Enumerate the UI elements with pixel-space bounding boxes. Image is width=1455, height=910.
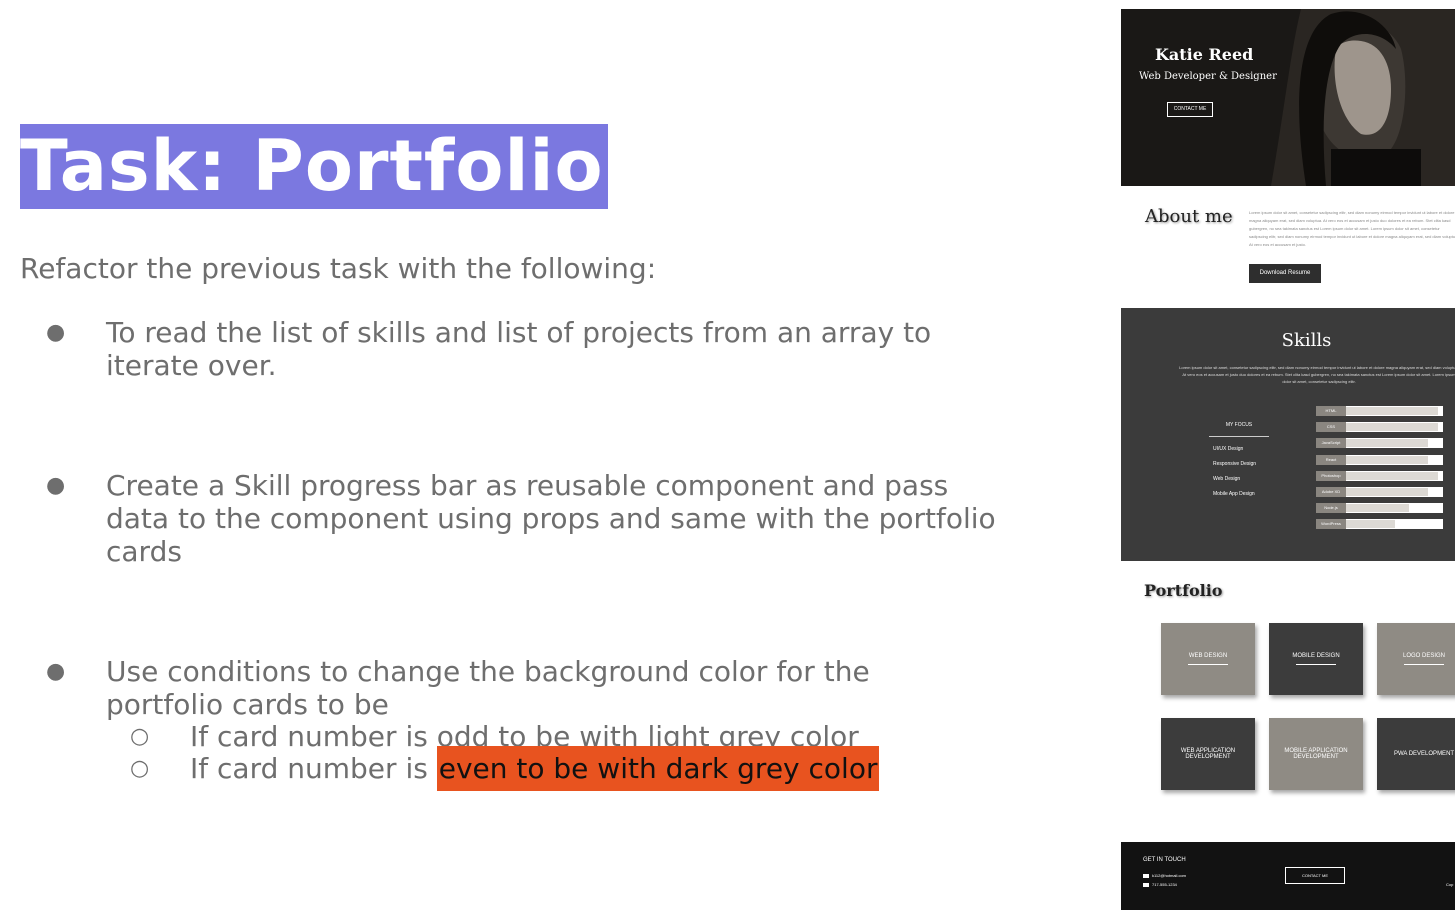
bullet-dot-icon: ●: [46, 659, 66, 684]
skills-text: Lorem ipsum dolor sit amet, consetetur s…: [1179, 365, 1455, 384]
download-resume-button[interactable]: Download Resume: [1249, 264, 1321, 283]
skill-bar: React: [1316, 454, 1443, 465]
skill-bar-label: HTML: [1316, 406, 1346, 416]
footer-phone: 717-555-1234: [1143, 882, 1177, 887]
skill-bar: Adobe XD: [1316, 487, 1443, 497]
portfolio-card[interactable]: MOBILE DESIGN: [1269, 623, 1363, 695]
skill-bar-fill: [1346, 504, 1410, 513]
footer-contact-button[interactable]: CONTACT ME: [1285, 867, 1345, 884]
bullet-text: Use conditions to change the background …: [106, 655, 870, 721]
intro-text: Refactor the previous task with the foll…: [20, 252, 657, 285]
skill-bar: CSS: [1316, 422, 1443, 433]
skill-bar-label: CSS: [1316, 422, 1346, 433]
highlighted-text: even to be with dark grey color: [436, 746, 880, 791]
hero-role: Web Developer & Designer: [1139, 71, 1277, 82]
portrait-photo: [1231, 9, 1455, 186]
focus-item: Web Design: [1213, 476, 1241, 482]
portfolio-card-label: PWA DEVELOPMENT: [1393, 751, 1455, 757]
skills-title: Skills: [1281, 330, 1332, 351]
bullet-dot-icon: ●: [46, 320, 66, 345]
hero-contact-button[interactable]: CONTACT ME: [1167, 102, 1213, 117]
portfolio-card-label: MOBILE APPLICATION DEVELOPMENT: [1284, 748, 1348, 760]
bullet-text: Create a Skill progress bar as reusable …: [106, 469, 996, 568]
skill-bar-fill: [1346, 471, 1439, 480]
card-underline: [1404, 664, 1444, 665]
bullet-dot-icon: ●: [46, 473, 66, 498]
portfolio-card-label: WEB APPLICATION DEVELOPMENT: [1180, 748, 1236, 760]
footer-title: GET IN TOUCH: [1143, 857, 1186, 863]
about-text: Lorem ipsum dolor sit amet, consetetur s…: [1249, 210, 1455, 247]
skill-bar-fill: [1346, 407, 1439, 415]
skill-bar-label: WordPress: [1316, 519, 1346, 530]
skill-bar: JavaScript: [1316, 438, 1443, 449]
mail-icon: [1143, 873, 1149, 878]
circle-bullet-icon: ○: [130, 756, 150, 781]
card-underline: [1188, 664, 1228, 665]
focus-divider: [1209, 436, 1269, 437]
skill-bar-label: Node.js: [1316, 503, 1346, 514]
focus-item: Mobile App Design: [1213, 491, 1255, 497]
portfolio-card-label: MOBILE DESIGN: [1292, 653, 1340, 659]
skill-bar-fill: [1346, 520, 1395, 529]
skill-bar-label: React: [1316, 454, 1346, 465]
bullet-text: To read the list of skills and list of p…: [106, 316, 932, 382]
portfolio-card[interactable]: WEB APPLICATION DEVELOPMENT: [1161, 718, 1255, 790]
skill-bar-fill: [1346, 439, 1429, 448]
phone-icon: [1143, 882, 1149, 887]
circle-bullet-icon: ○: [130, 724, 150, 749]
skill-bar: Node.js: [1316, 503, 1443, 514]
portfolio-card[interactable]: PWA DEVELOPMENT: [1377, 718, 1455, 790]
focus-item: Responsive Design: [1213, 461, 1257, 467]
portfolio-card-label: LOGO DESIGN: [1402, 653, 1445, 659]
card-underline: [1296, 664, 1336, 665]
portfolio-title: Portfolio: [1144, 581, 1223, 600]
hero-section: Katie Reed Web Developer & Designer CONT…: [1121, 9, 1455, 186]
skill-bar-label: Photoshop: [1316, 470, 1346, 481]
skill-bar-label: JavaScript: [1316, 438, 1346, 449]
portfolio-preview: Katie Reed Web Developer & Designer CONT…: [1121, 9, 1455, 910]
subbullet-text: If card number is even to be with dark g…: [190, 746, 880, 791]
portfolio-card[interactable]: WEB DESIGN: [1161, 623, 1255, 695]
skill-bar-fill: [1346, 488, 1429, 496]
portfolio-card[interactable]: MOBILE APPLICATION DEVELOPMENT: [1269, 718, 1363, 790]
skill-bar-label: Adobe XD: [1316, 487, 1346, 497]
portfolio-card[interactable]: LOGO DESIGN: [1377, 623, 1455, 695]
focus-item: UI/UX Design: [1213, 446, 1244, 452]
about-title: About me: [1145, 206, 1233, 227]
footer-copyright: Cop: [1446, 882, 1454, 887]
skill-bar: HTML: [1316, 406, 1443, 416]
skill-bar: WordPress: [1316, 519, 1443, 530]
skills-section: Skills Lorem ipsum dolor sit amet, conse…: [1121, 308, 1455, 561]
focus-title: MY FOCUS: [1225, 422, 1253, 428]
skill-bar-fill: [1346, 455, 1429, 464]
slide-title: Task: Portfolio: [20, 124, 608, 209]
footer: GET IN TOUCH k112@hotmail.com 717-555-12…: [1121, 842, 1455, 910]
skill-bar: Photoshop: [1316, 470, 1443, 481]
portfolio-card-label: WEB DESIGN: [1188, 653, 1228, 659]
hero-name: Katie Reed: [1155, 45, 1254, 64]
skill-bar-fill: [1346, 423, 1439, 432]
footer-email: k112@hotmail.com: [1143, 873, 1186, 878]
